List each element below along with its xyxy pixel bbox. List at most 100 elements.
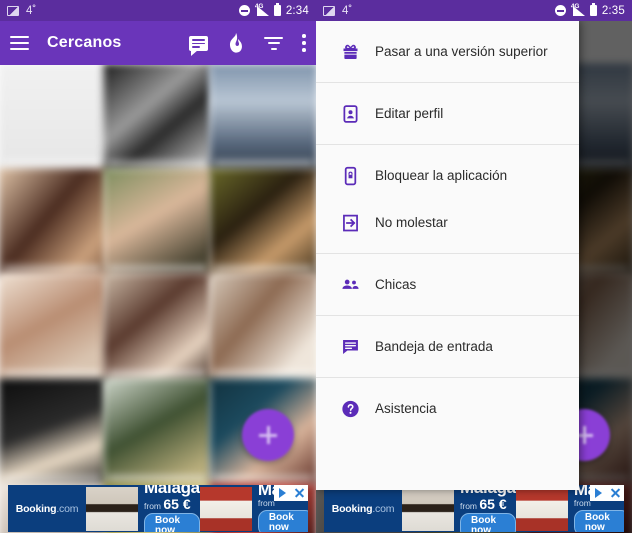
ad-price-value-1: 65 € — [163, 495, 191, 512]
ad-price-1: from 65 € — [460, 497, 516, 511]
tile-name-bar — [107, 370, 209, 378]
ad-banner[interactable]: Booking.com Málaga from 65 € Book now Má… — [8, 485, 308, 532]
photo-tile-portrait-1[interactable] — [0, 168, 107, 277]
ad-offer-1: Málaga from 65 € Book now — [138, 485, 200, 532]
photo-icon — [323, 5, 335, 16]
menu-item-label: No molestar — [375, 215, 448, 230]
close-icon[interactable] — [291, 485, 308, 501]
menu-item-label: Editar perfil — [375, 106, 444, 121]
add-fab-button[interactable] — [242, 409, 294, 461]
ad-city-1: Málaga — [144, 485, 200, 497]
do-not-disturb-icon — [554, 5, 566, 16]
plus-icon — [258, 425, 278, 445]
adchoices-icon[interactable] — [274, 485, 291, 501]
menu-item-chat-bubble[interactable]: Bandeja de entrada — [316, 323, 579, 370]
menu-item-gift[interactable]: Pasar a una versión superior — [316, 28, 579, 75]
photo-tile-dark[interactable] — [0, 378, 107, 487]
signal-4g-icon: 4G — [255, 3, 269, 16]
ad-hotel-thumbnail-2 — [515, 486, 568, 531]
ad-book-now-button-2[interactable]: Book now — [257, 509, 308, 532]
right-screen: Booking.com Málaga from 65 € Book now Má… — [316, 0, 632, 533]
menu-item-label: Bandeja de entrada — [375, 339, 493, 354]
photo-tile-bw[interactable] — [103, 63, 213, 172]
ad-brand-logo: Booking.com — [324, 503, 402, 515]
screenshot-root: Booking.com Málaga from 65 € Book now Má… — [0, 0, 632, 533]
battery-icon — [273, 3, 281, 16]
tile-name-bar — [2, 160, 103, 168]
filter-icon[interactable] — [264, 36, 283, 50]
ad-brand-suffix: .com — [372, 502, 395, 515]
tile-name-bar — [2, 265, 103, 273]
battery-icon — [589, 3, 597, 16]
flame-icon[interactable] — [227, 33, 245, 53]
tile-name-bar — [213, 160, 314, 168]
status-bar: 4˚ 4G 2:35 — [316, 0, 632, 21]
menu-item-people[interactable]: Chicas — [316, 261, 579, 308]
ad-from-label-2: from — [257, 498, 275, 509]
navigation-drawer: Pasar a una versión superior Editar perfi… — [316, 21, 579, 490]
menu-group: Editar perfil — [316, 83, 579, 144]
photo-tile-portrait-2[interactable] — [103, 168, 213, 277]
photo-tile-sky[interactable] — [209, 63, 316, 172]
chat-bubble-icon[interactable] — [189, 35, 208, 56]
photo-tile-portrait-6[interactable] — [209, 273, 316, 382]
menu-group: Bloquear la aplicación No molestar — [316, 145, 579, 253]
ad-banner-background: Booking.com Málaga from 65 € Book now Má… — [324, 485, 624, 532]
menu-item-label: Pasar a una versión superior — [375, 44, 548, 59]
temperature-text: 4˚ — [342, 4, 353, 17]
ad-hotel-thumbnail-1 — [402, 486, 454, 531]
ad-price-value-1: 65 € — [479, 495, 507, 512]
menu-item-contact-card[interactable]: Editar perfil — [316, 90, 579, 137]
photo-tile-portrait-5[interactable] — [103, 273, 213, 382]
ad-brand-name: Booking — [15, 502, 57, 515]
ad-brand-logo: Booking.com — [8, 503, 86, 515]
left-screen: Booking.com Málaga from 65 € Book now Má… — [0, 0, 316, 533]
tile-name-bar — [2, 475, 103, 483]
photo-tile-portrait-3[interactable] — [209, 168, 316, 277]
placeholder-avatar-tile[interactable] — [0, 63, 107, 172]
menu-item-exit-arrow[interactable]: No molestar — [316, 199, 579, 246]
tile-name-bar — [213, 370, 314, 378]
menu-group: Chicas — [316, 254, 579, 315]
tile-name-bar — [107, 265, 209, 273]
menu-group: Bandeja de entrada — [316, 316, 579, 377]
menu-item-help-circle[interactable]: Asistencia — [316, 385, 579, 432]
ad-from-label-1: from — [460, 500, 477, 511]
photo-grid[interactable] — [0, 63, 316, 533]
tile-name-bar — [213, 475, 314, 483]
tile-name-bar — [107, 160, 209, 168]
ad-hotel-thumbnail-1 — [86, 486, 138, 531]
ad-brand-name: Booking — [331, 502, 373, 515]
ad-offer-1: Málaga from 65 € Book now — [454, 485, 516, 532]
menu-item-label: Asistencia — [375, 401, 437, 416]
ad-price-1: from 65 € — [144, 497, 200, 511]
gift-icon — [340, 41, 361, 62]
exit-arrow-icon — [340, 212, 361, 233]
ad-book-now-button-2: Book now — [573, 509, 624, 532]
status-bar: 4˚ 4G 2:34 — [0, 0, 316, 21]
overflow-menu-icon[interactable] — [302, 34, 306, 52]
menu-item-phone-lock[interactable]: Bloquear la aplicación — [316, 152, 579, 199]
ad-book-now-button-1[interactable]: Book now — [144, 512, 200, 532]
tile-name-bar — [107, 475, 209, 483]
photo-tile-portrait-4[interactable] — [0, 273, 107, 382]
contact-card-icon — [340, 103, 361, 124]
hamburger-menu-icon[interactable] — [10, 36, 29, 50]
temperature-text: 4˚ — [26, 4, 37, 17]
ad-controls — [590, 485, 624, 501]
photo-tile-portrait-7[interactable] — [103, 378, 213, 487]
clock-text: 2:34 — [285, 4, 309, 17]
menu-item-label: Chicas — [375, 277, 417, 292]
signal-4g-icon: 4G — [571, 3, 585, 16]
ad-from-label-2: from — [573, 498, 591, 509]
close-icon — [607, 485, 624, 501]
ad-book-now-button-1: Book now — [460, 512, 516, 532]
people-icon — [340, 274, 361, 295]
phone-lock-icon — [340, 165, 361, 186]
photo-icon — [7, 5, 19, 16]
tile-name-bar — [2, 370, 103, 378]
ad-from-label-1: from — [144, 500, 161, 511]
menu-group: Asistencia — [316, 378, 579, 439]
app-toolbar: Cercanos — [0, 21, 316, 65]
help-circle-icon — [340, 398, 361, 419]
